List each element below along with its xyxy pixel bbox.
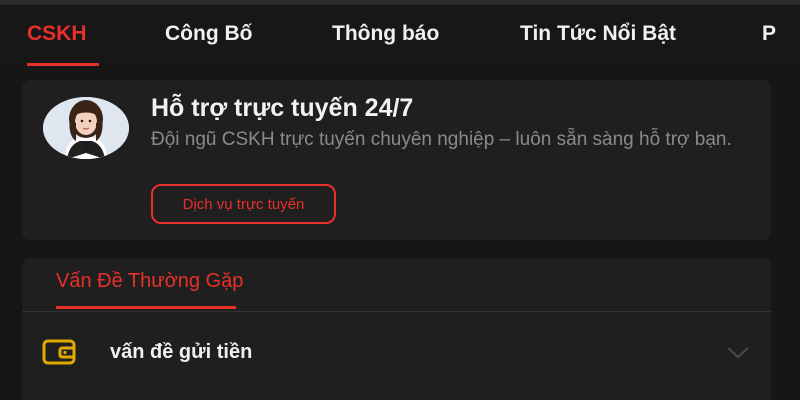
tab-bar: CSKH Công Bố Thông báo Tin Tức Nổi Bật P bbox=[0, 0, 800, 66]
online-service-button[interactable]: Dịch vụ trực tuyến bbox=[151, 184, 336, 224]
tab-cskh[interactable]: CSKH bbox=[27, 19, 87, 49]
tab-common-issues[interactable]: Vấn Đề Thường Gặp bbox=[56, 270, 243, 293]
app-frame: CSKH Công Bố Thông báo Tin Tức Nổi Bật P bbox=[0, 0, 800, 400]
tab-thong-bao[interactable]: Thông báo bbox=[332, 19, 439, 49]
tab-partial[interactable]: P bbox=[762, 19, 776, 49]
faq-item-deposit[interactable]: vấn đề gửi tiền bbox=[22, 322, 771, 382]
active-tab-indicator bbox=[27, 63, 99, 66]
online-support-card: Hỗ trợ trực tuyến 24/7 Đội ngũ CSKH trực… bbox=[22, 80, 771, 240]
support-description: Đội ngũ CSKH trực tuyến chuyên nghiệp – … bbox=[151, 129, 732, 150]
tab-cong-bo[interactable]: Công Bố bbox=[165, 19, 252, 49]
support-agent-avatar bbox=[43, 97, 129, 159]
tab-tin-tuc-noi-bat[interactable]: Tin Tức Nổi Bật bbox=[520, 19, 676, 49]
divider bbox=[22, 311, 771, 312]
faq-item-label: vấn đề gửi tiền bbox=[110, 341, 253, 363]
chevron-down-icon[interactable] bbox=[726, 346, 750, 365]
faq-panel: Vấn Đề Thường Gặp vấn đề gửi tiền bbox=[22, 258, 771, 400]
support-title: Hỗ trợ trực tuyến 24/7 bbox=[151, 94, 414, 122]
wallet-icon bbox=[42, 338, 76, 371]
faq-tab-indicator bbox=[56, 306, 236, 309]
